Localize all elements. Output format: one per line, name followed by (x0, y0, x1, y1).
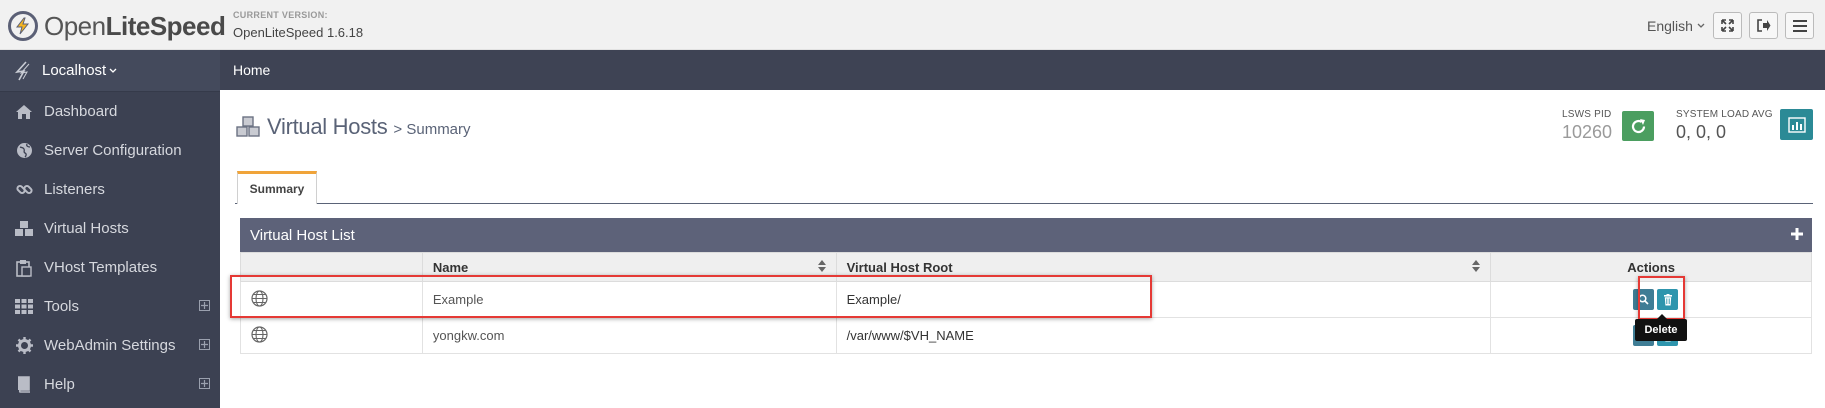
page-title: Virtual Hosts > Summary (235, 114, 471, 140)
system-load-label: SYSTEM LOAD AVG (1676, 109, 1773, 120)
cubes-icon (236, 116, 260, 137)
version-info: CURRENT VERSION: OpenLiteSpeed 1.6.18 (233, 10, 363, 40)
vhost-name-cell[interactable]: yongkw.com (421, 317, 837, 354)
clipboard-icon (14, 259, 34, 277)
fullscreen-button[interactable] (1713, 12, 1742, 39)
column-header-label: Actions (1627, 259, 1675, 275)
table-row[interactable]: yongkw.com /var/www/$VH_NAME (240, 317, 1812, 354)
sidebar-item-help[interactable]: Help (0, 365, 220, 404)
sidebar-item-listeners[interactable]: Listeners (0, 170, 220, 209)
sidebar-item-label: Virtual Hosts (44, 220, 129, 237)
expand-plus-icon[interactable] (199, 378, 210, 389)
add-icon[interactable] (1790, 227, 1804, 241)
sidebar-item-label: Listeners (44, 181, 105, 198)
globe-icon (14, 142, 34, 160)
lsws-pid-value: 10260 (1562, 122, 1613, 142)
chevron-down-icon (109, 68, 117, 73)
restart-server-button[interactable] (1622, 111, 1654, 141)
tab-divider (235, 203, 1813, 204)
chevron-down-icon (1697, 23, 1705, 28)
sort-icon[interactable] (817, 260, 826, 272)
sidebar-item-server-configuration[interactable]: Server Configuration (0, 131, 220, 170)
language-selector[interactable]: English (1647, 18, 1705, 34)
lsws-pid-label: LSWS PID (1562, 109, 1612, 120)
highlight-row-box (230, 275, 1152, 318)
system-load-value: 0, 0, 0 (1676, 122, 1727, 142)
virtual-host-list-header: Virtual Host List (240, 218, 1812, 252)
refresh-icon (1631, 118, 1645, 133)
link-icon (14, 181, 34, 199)
logout-button[interactable] (1749, 12, 1778, 39)
version-value: OpenLiteSpeed 1.6.18 (233, 25, 364, 40)
sidebar-item-vhost-templates[interactable]: VHost Templates (0, 248, 220, 287)
sidebar-item-label: VHost Templates (44, 259, 158, 276)
cubes-icon (14, 220, 34, 238)
sidebar-item-tools[interactable]: Tools (0, 287, 220, 326)
sidebar: Localhost Dashboard Server Configuration… (0, 50, 220, 408)
globe-icon (251, 325, 268, 343)
page-title-text: Virtual Hosts (267, 114, 388, 139)
sidebar-item-label: Help (44, 376, 75, 393)
top-header: OpenLiteSpeed CURRENT VERSION: OpenLiteS… (0, 0, 1825, 50)
brand-logo[interactable]: OpenLiteSpeed (8, 10, 226, 42)
sidebar-item-label: Dashboard (44, 103, 118, 120)
sidebar-item-label: Server Configuration (44, 142, 182, 159)
lightning-icon (14, 60, 30, 80)
sort-icon[interactable] (1472, 260, 1481, 272)
delete-tooltip: Delete (1635, 314, 1687, 341)
version-label: CURRENT VERSION: (233, 10, 328, 20)
book-icon (14, 376, 34, 394)
host-selector[interactable]: Localhost (0, 50, 220, 92)
grid-icon (14, 298, 34, 316)
logout-icon (1756, 19, 1770, 32)
sidebar-item-label: Tools (44, 298, 80, 315)
bar-chart-icon (1787, 116, 1806, 133)
breadcrumb: Home (220, 50, 1825, 90)
lsws-pid-stat: LSWS PID 10260 (1562, 109, 1612, 143)
lightning-logo-icon (8, 11, 38, 41)
expand-plus-icon[interactable] (199, 300, 210, 311)
column-header-label: Virtual Host Root (846, 259, 953, 275)
menu-icon (1792, 19, 1807, 32)
expand-icon (1721, 19, 1734, 32)
page-subtitle: > Summary (393, 120, 471, 138)
home-icon (14, 103, 34, 121)
expand-plus-icon[interactable] (199, 339, 210, 350)
sidebar-item-virtual-hosts[interactable]: Virtual Hosts (0, 209, 220, 248)
sidebar-item-label: WebAdmin Settings (44, 337, 176, 354)
gear-icon (14, 337, 34, 355)
tab-summary[interactable]: Summary (237, 171, 317, 204)
system-load-stat: SYSTEM LOAD AVG 0, 0, 0 (1676, 109, 1773, 143)
language-label: English (1647, 18, 1693, 34)
system-stats-button[interactable] (1780, 109, 1813, 140)
host-label: Localhost (42, 62, 107, 79)
menu-button[interactable] (1785, 12, 1814, 39)
vhost-root-cell: /var/www/$VH_NAME (835, 317, 1492, 354)
sidebar-item-webadmin-settings[interactable]: WebAdmin Settings (0, 326, 220, 365)
breadcrumb-home-link[interactable]: Home (233, 62, 270, 78)
column-header-label: Name (432, 259, 469, 275)
brand-name: OpenLiteSpeed (44, 10, 226, 41)
sidebar-item-dashboard[interactable]: Dashboard (0, 92, 220, 131)
panel-title: Virtual Host List (250, 226, 355, 244)
globe-cell (240, 317, 423, 354)
